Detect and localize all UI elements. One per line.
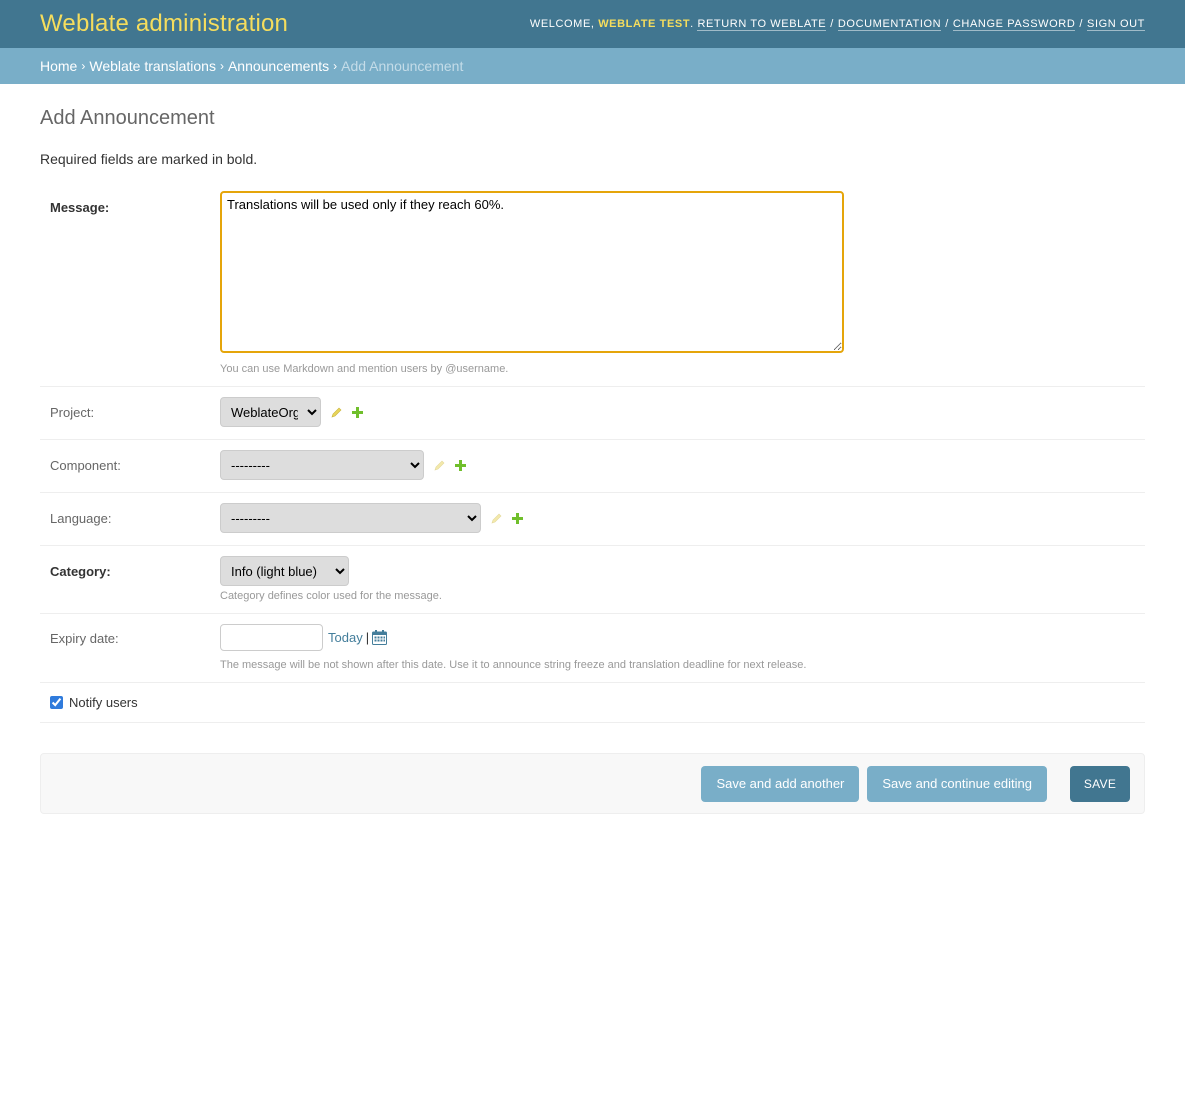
component-row: Component: --------- — [40, 440, 1145, 493]
username: Weblate Test — [598, 18, 691, 30]
expiry-label: Expiry date: — [50, 631, 119, 646]
user-tools: Welcome, Weblate Test. Return to Weblate… — [529, 18, 1145, 31]
submit-row: Save and add another Save and continue e… — [40, 753, 1145, 814]
save-and-add-another-button[interactable]: Save and add another — [701, 765, 860, 802]
breadcrumb-separator: › — [219, 59, 224, 73]
language-label: Language: — [50, 511, 112, 526]
required-note: Required fields are marked in bold. — [40, 151, 258, 167]
language-select[interactable]: --------- — [220, 503, 481, 533]
notify-users-label[interactable]: Notify users — [69, 695, 138, 710]
breadcrumb-model[interactable]: Announcements — [228, 58, 329, 74]
component-select[interactable]: --------- — [220, 450, 424, 480]
return-to-weblate-link[interactable]: Return to Weblate — [697, 18, 827, 31]
breadcrumb: Home › Weblate translations › Announceme… — [0, 48, 1185, 84]
project-label: Project: — [50, 405, 95, 420]
save-and-continue-button[interactable]: Save and continue editing — [867, 765, 1047, 802]
category-label: Category: — [50, 564, 111, 579]
pencil-icon — [491, 512, 503, 524]
change-password-link[interactable]: Change password — [952, 18, 1076, 31]
expiry-row: Expiry date: Today | The message will be… — [40, 614, 1145, 683]
notify-row: Notify users — [40, 683, 1145, 723]
pencil-icon[interactable] — [331, 406, 343, 418]
project-select[interactable]: WeblateOrg — [220, 397, 321, 427]
expiry-date-input[interactable] — [220, 624, 323, 651]
shortcut-separator: | — [365, 630, 370, 645]
announcement-form: Message: Translations will be used only … — [40, 191, 1145, 814]
documentation-link[interactable]: Documentation — [837, 18, 942, 31]
breadcrumb-current: Add Announcement — [341, 58, 464, 74]
pencil-icon — [434, 459, 446, 471]
notify-users-checkbox[interactable] — [50, 696, 63, 709]
project-row: Project: WeblateOrg — [40, 387, 1145, 440]
message-label: Message: — [50, 200, 110, 215]
page-title: Add Announcement — [40, 107, 215, 129]
plus-icon[interactable] — [512, 512, 523, 524]
component-label: Component: — [50, 458, 121, 473]
language-row: Language: --------- — [40, 493, 1145, 546]
header: Weblate administration Welcome, Weblate … — [0, 0, 1185, 48]
plus-icon[interactable] — [455, 459, 466, 471]
breadcrumb-home[interactable]: Home — [40, 58, 77, 74]
category-row: Category: Info (light blue) Category def… — [40, 546, 1145, 614]
sign-out-link[interactable]: Sign out — [1087, 18, 1145, 31]
message-row: Message: Translations will be used only … — [40, 191, 1145, 387]
content: Add Announcement Required fields are mar… — [0, 106, 1185, 814]
message-help: You can use Markdown and mention users b… — [220, 363, 509, 375]
plus-icon[interactable] — [352, 406, 363, 418]
welcome-text: Welcome, — [529, 18, 595, 30]
site-name: Weblate administration — [40, 10, 289, 37]
save-button[interactable]: Save — [1070, 765, 1130, 802]
today-link[interactable]: Today — [328, 630, 363, 645]
breadcrumb-separator: › — [333, 59, 338, 73]
date-shortcuts: Today | — [328, 630, 388, 645]
category-help: Category defines color used for the mess… — [220, 590, 442, 602]
calendar-icon[interactable] — [372, 630, 388, 645]
category-select[interactable]: Info (light blue) — [220, 556, 349, 586]
expiry-help: The message will be not shown after this… — [220, 659, 807, 671]
breadcrumb-separator: › — [81, 59, 86, 73]
breadcrumb-app[interactable]: Weblate translations — [89, 58, 216, 74]
message-textarea[interactable]: Translations will be used only if they r… — [220, 191, 844, 353]
